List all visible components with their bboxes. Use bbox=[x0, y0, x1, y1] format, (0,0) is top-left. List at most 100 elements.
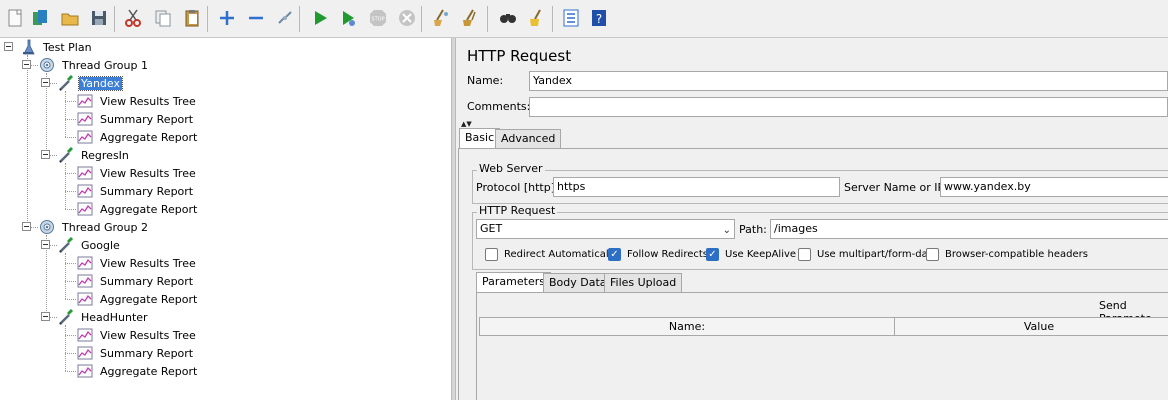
expand-button[interactable] bbox=[216, 7, 238, 29]
tree-node-label: View Results Tree bbox=[100, 94, 196, 108]
stop-icon: STOP bbox=[370, 10, 386, 26]
tree-node-listener[interactable]: View Results Tree bbox=[76, 164, 198, 182]
tree-node-sampler[interactable]: RegresIn bbox=[57, 146, 131, 164]
collapse-toggle[interactable] bbox=[41, 150, 50, 159]
listener-icon bbox=[76, 183, 94, 199]
save-button[interactable] bbox=[88, 7, 110, 29]
start-no-pauses-button[interactable] bbox=[337, 7, 359, 29]
name-label: Name: bbox=[467, 74, 504, 87]
tree-node-listener[interactable]: Summary Report bbox=[76, 272, 195, 290]
collapse-toggle[interactable] bbox=[41, 240, 50, 249]
tree-node-listener[interactable]: Aggregate Report bbox=[76, 290, 199, 308]
tree-node-listener[interactable]: View Results Tree bbox=[76, 92, 198, 110]
tree-node-label: Summary Report bbox=[100, 274, 194, 288]
tree-connector bbox=[65, 91, 66, 137]
collapse-toggle[interactable] bbox=[4, 42, 13, 51]
stop-button[interactable]: STOP bbox=[367, 7, 389, 29]
tree-node-thread[interactable]: Thread Group 2 bbox=[38, 218, 150, 236]
browser-compatible-headers-checkbox[interactable]: Browser-compatible headers bbox=[926, 248, 1088, 261]
toggle-button[interactable] bbox=[274, 7, 296, 29]
sampler-icon bbox=[57, 237, 75, 253]
comments-field[interactable] bbox=[529, 97, 1168, 117]
tab-parameters[interactable]: Parameters bbox=[476, 272, 551, 292]
tree-node-listener[interactable]: Aggregate Report bbox=[76, 128, 199, 146]
tree-node-listener[interactable]: Aggregate Report bbox=[76, 362, 199, 380]
listener-icon bbox=[76, 345, 94, 361]
checkbox-label: Follow Redirects bbox=[627, 249, 708, 260]
tab-files-upload[interactable]: Files Upload bbox=[604, 273, 683, 293]
parameters-table-body[interactable] bbox=[479, 336, 1168, 400]
collapse-toggle[interactable] bbox=[41, 78, 50, 87]
collapse-toggle[interactable] bbox=[22, 222, 31, 231]
tab-basic[interactable]: Basic bbox=[459, 128, 501, 148]
start-no-pauses-icon bbox=[343, 11, 355, 26]
tree-node-label: Thread Group 1 bbox=[62, 58, 148, 72]
column-header-value[interactable]: Value bbox=[894, 317, 1168, 336]
path-field[interactable]: /images bbox=[770, 219, 1168, 239]
method-value: GET bbox=[480, 222, 503, 235]
server-name-field[interactable]: www.yandex.by bbox=[940, 177, 1168, 197]
function-helper-button[interactable] bbox=[560, 7, 582, 29]
checkbox-label: Use KeepAlive bbox=[725, 249, 797, 260]
http-request-panel: HTTP Request Name: Yandex Comments: ▲▼ B… bbox=[456, 38, 1168, 400]
templates-button[interactable] bbox=[29, 7, 51, 29]
tree-node-sampler[interactable]: Yandex bbox=[57, 74, 123, 92]
reset-search-button[interactable] bbox=[526, 7, 548, 29]
listener-icon bbox=[76, 111, 94, 127]
toggle-icon bbox=[278, 11, 292, 24]
method-select[interactable]: GET ⌄ bbox=[476, 219, 735, 239]
tree-node-listener[interactable]: Summary Report bbox=[76, 182, 195, 200]
use-multipart-checkbox[interactable]: Use multipart/form-data bbox=[798, 248, 938, 261]
listener-icon bbox=[76, 201, 94, 217]
tab-advanced[interactable]: Advanced bbox=[495, 129, 562, 149]
tree-node-sampler[interactable]: HeadHunter bbox=[57, 308, 150, 326]
collapse-button[interactable] bbox=[245, 7, 267, 29]
shutdown-button[interactable] bbox=[396, 7, 418, 29]
help-button[interactable]: ? bbox=[588, 7, 610, 29]
tree-node-plan[interactable]: Test Plan bbox=[19, 38, 94, 56]
collapse-toggle[interactable] bbox=[41, 312, 50, 321]
copy-button[interactable] bbox=[152, 7, 174, 29]
redirect-automatically-checkbox[interactable]: Redirect Automatically bbox=[485, 248, 617, 261]
search-icon bbox=[500, 14, 516, 23]
tree-connector bbox=[65, 191, 76, 192]
cut-button[interactable] bbox=[122, 7, 144, 29]
tree-node-thread[interactable]: Thread Group 1 bbox=[38, 56, 150, 74]
tree-node-label: View Results Tree bbox=[100, 328, 196, 342]
tree-node-sampler[interactable]: Google bbox=[57, 236, 122, 254]
tree-node-listener[interactable]: View Results Tree bbox=[76, 326, 198, 344]
column-header-name[interactable]: Name: bbox=[479, 317, 895, 336]
tree-connector bbox=[65, 209, 76, 210]
new-button[interactable] bbox=[4, 7, 26, 29]
tree-connector bbox=[65, 263, 76, 264]
use-keepalive-checkbox[interactable]: ✓ Use KeepAlive bbox=[706, 248, 796, 261]
clear-button[interactable] bbox=[430, 7, 452, 29]
checkbox-box bbox=[485, 248, 498, 261]
name-field[interactable]: Yandex bbox=[529, 71, 1168, 91]
tree-node-label: Aggregate Report bbox=[100, 364, 198, 378]
clear-all-button[interactable] bbox=[459, 7, 481, 29]
checkbox-label: Browser-compatible headers bbox=[945, 249, 1088, 260]
start-button[interactable] bbox=[309, 7, 331, 29]
tree-node-listener[interactable]: Summary Report bbox=[76, 110, 195, 128]
tree-node-label: Test Plan bbox=[43, 40, 92, 54]
search-button[interactable] bbox=[497, 7, 519, 29]
protocol-field[interactable]: https bbox=[553, 177, 840, 197]
collapse-handle[interactable]: ▲▼ bbox=[461, 120, 472, 128]
tab-body-data[interactable]: Body Data bbox=[543, 273, 613, 293]
collapse-toggle[interactable] bbox=[22, 60, 31, 69]
open-button[interactable] bbox=[59, 7, 81, 29]
paste-button[interactable] bbox=[181, 7, 203, 29]
toolbar-separator bbox=[114, 6, 115, 32]
tree-node-listener[interactable]: Aggregate Report bbox=[76, 200, 199, 218]
thread-icon bbox=[38, 219, 56, 235]
tree-node-listener[interactable]: Summary Report bbox=[76, 344, 195, 362]
tree-node-label: Summary Report bbox=[100, 112, 194, 126]
toolbar-separator bbox=[552, 6, 553, 32]
tree-node-listener[interactable]: View Results Tree bbox=[76, 254, 198, 272]
clear-all-icon bbox=[463, 9, 476, 26]
paste-icon bbox=[185, 10, 199, 27]
listener-icon bbox=[76, 327, 94, 343]
checkbox-box: ✓ bbox=[706, 248, 719, 261]
follow-redirects-checkbox[interactable]: ✓ Follow Redirects bbox=[608, 248, 708, 261]
